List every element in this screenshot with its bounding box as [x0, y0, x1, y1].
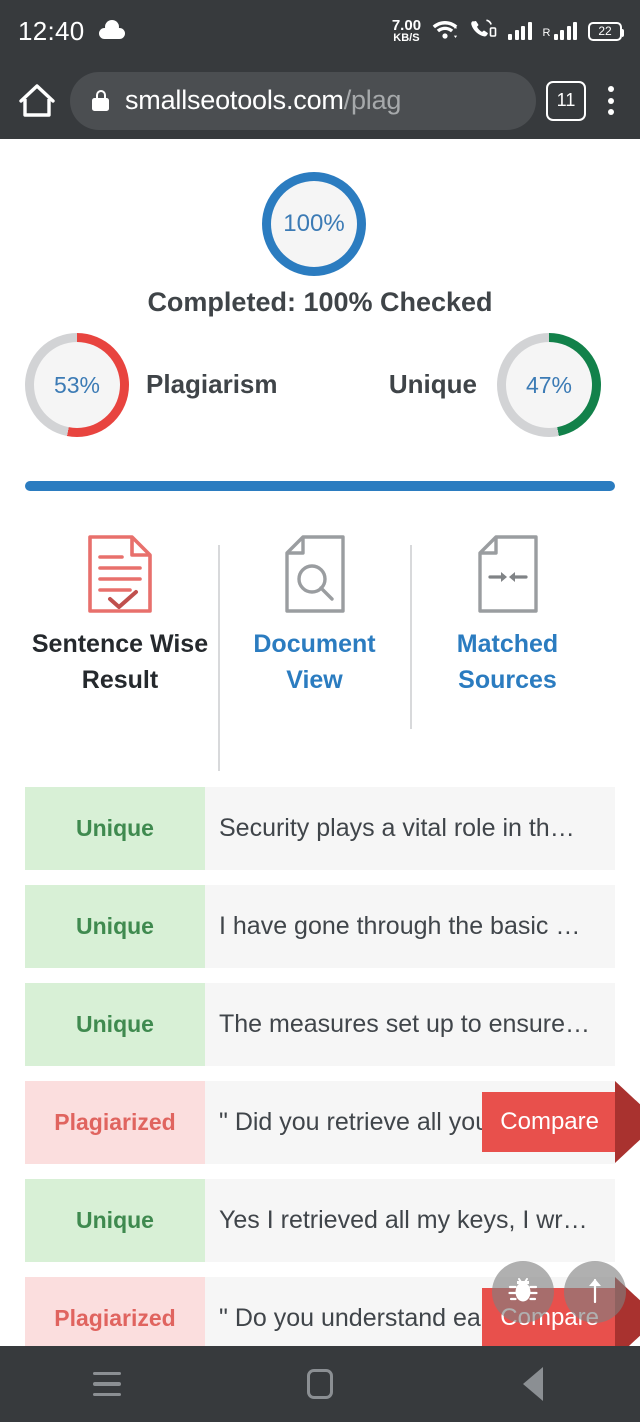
- lock-icon: [92, 90, 109, 111]
- unique-percent-label: 47%: [525, 371, 573, 398]
- document-compare-icon: [415, 533, 600, 615]
- kebab-menu-icon[interactable]: [596, 86, 626, 115]
- score-gauges-row: 53% Plagiarism Unique 47%: [0, 333, 640, 449]
- overall-progress-gauge: 100%: [262, 172, 366, 276]
- plagiarism-label: Plagiarism: [146, 369, 278, 399]
- url-text: smallseotools.com/plag: [125, 85, 401, 116]
- browser-toolbar: smallseotools.com/plag 11: [0, 62, 640, 139]
- compare-button[interactable]: Compare: [482, 1081, 640, 1163]
- sentence-text: Security plays a vital role in th…: [219, 814, 575, 842]
- overall-percent-label: 100%: [283, 210, 345, 237]
- tab-divider-1: [218, 545, 220, 771]
- tab-matched-sources[interactable]: Matched Sources: [415, 533, 600, 698]
- phone-screen: 12:40 7.00 KB/S R 22 smallseotools.com/p…: [0, 0, 640, 1422]
- unique-label: Unique: [388, 369, 477, 399]
- bug-report-button[interactable]: [492, 1261, 554, 1323]
- wifi-icon: [432, 18, 458, 45]
- recents-button[interactable]: [0, 1371, 213, 1397]
- home-square-icon: [306, 1369, 333, 1399]
- tab-counter-button[interactable]: 11: [546, 80, 586, 121]
- result-view-tabs: Sentence Wise Result Document View Match…: [0, 521, 640, 771]
- bug-icon: [506, 1273, 540, 1312]
- sentence-text: Yes I retrieved all my keys, I wr…: [219, 1206, 588, 1234]
- tab-matched-sources-label: Matched Sources: [456, 630, 559, 694]
- unique-ring: 47%: [497, 333, 601, 437]
- status-clock: 12:40: [18, 15, 85, 46]
- plagiarism-gauge: 53%: [25, 333, 129, 437]
- network-speed-value: 7.00: [391, 17, 422, 34]
- plagiarism-percent-label: 53%: [53, 371, 101, 398]
- document-search-icon: [222, 533, 407, 615]
- table-row[interactable]: Unique Yes I retrieved all my keys, I wr…: [25, 1179, 615, 1262]
- sentence-text: I have gone through the basic …: [219, 912, 581, 940]
- home-icon[interactable]: [14, 78, 60, 124]
- back-triangle-icon: [516, 1367, 550, 1401]
- address-bar[interactable]: smallseotools.com/plag: [70, 71, 536, 130]
- home-button[interactable]: [213, 1369, 426, 1399]
- sentence-text: The measures set up to ensure…: [219, 1010, 591, 1038]
- table-row[interactable]: Unique The measures set up to ensure…: [25, 983, 615, 1066]
- sentence-result-list: Unique Security plays a vital role in th…: [0, 787, 640, 1346]
- battery-level: 22: [598, 24, 612, 38]
- url-path: /plag: [343, 85, 402, 115]
- scroll-to-top-button[interactable]: [564, 1261, 626, 1323]
- tab-sentence-wise-result[interactable]: Sentence Wise Result: [25, 533, 215, 698]
- unique-gauge: 47%: [497, 333, 601, 437]
- table-row[interactable]: Unique I have gone through the basic …: [25, 885, 615, 968]
- status-badge: Plagiarized: [25, 1081, 205, 1164]
- back-button[interactable]: [427, 1367, 640, 1401]
- status-badge: Plagiarized: [25, 1277, 205, 1346]
- overall-ring: 100%: [262, 172, 366, 276]
- tab-sentence-wise-result-label: Sentence Wise Result: [31, 630, 209, 694]
- network-speed-unit: KB/S: [393, 32, 420, 44]
- status-badge: Unique: [25, 885, 205, 968]
- table-row[interactable]: Unique Security plays a vital role in th…: [25, 787, 615, 870]
- call-signal-icon: [469, 18, 497, 45]
- hamburger-recents-icon: [92, 1371, 121, 1397]
- tab-divider-2: [410, 545, 412, 729]
- status-badge: Unique: [25, 787, 205, 870]
- tab-document-view-label: Document View: [253, 630, 376, 694]
- table-row[interactable]: Plagiarized " Did you retrieve all your …: [25, 1081, 640, 1164]
- document-checklist-icon: [25, 533, 215, 615]
- status-bar-left: 12:40: [18, 16, 125, 47]
- cloud-icon: [98, 20, 125, 39]
- tab-count-label: 11: [556, 90, 576, 110]
- arrow-up-icon: [582, 1275, 608, 1310]
- status-badge: Unique: [25, 983, 205, 1066]
- url-domain: smallseotools.com: [125, 85, 344, 115]
- signal-bars-icon: [508, 22, 532, 40]
- android-nav-bar: [0, 1346, 640, 1422]
- battery-indicator: 22: [588, 21, 624, 41]
- status-bar: 12:40 7.00 KB/S R 22: [0, 0, 640, 62]
- completed-status-text: Completed: 100% Checked: [147, 287, 493, 317]
- roaming-label: R: [542, 27, 551, 39]
- page-content: 100% Completed: 100% Checked 53% Plagiar…: [0, 139, 640, 1346]
- section-divider-bar: [25, 481, 615, 491]
- network-speed-indicator: 7.00 KB/S: [392, 18, 421, 44]
- status-badge: Unique: [25, 1179, 205, 1262]
- plagiarism-ring: 53%: [25, 333, 129, 437]
- tab-document-view[interactable]: Document View: [222, 533, 407, 698]
- status-bar-right: 7.00 KB/S R 22: [392, 18, 624, 45]
- roaming-signal-icon: R: [543, 22, 577, 40]
